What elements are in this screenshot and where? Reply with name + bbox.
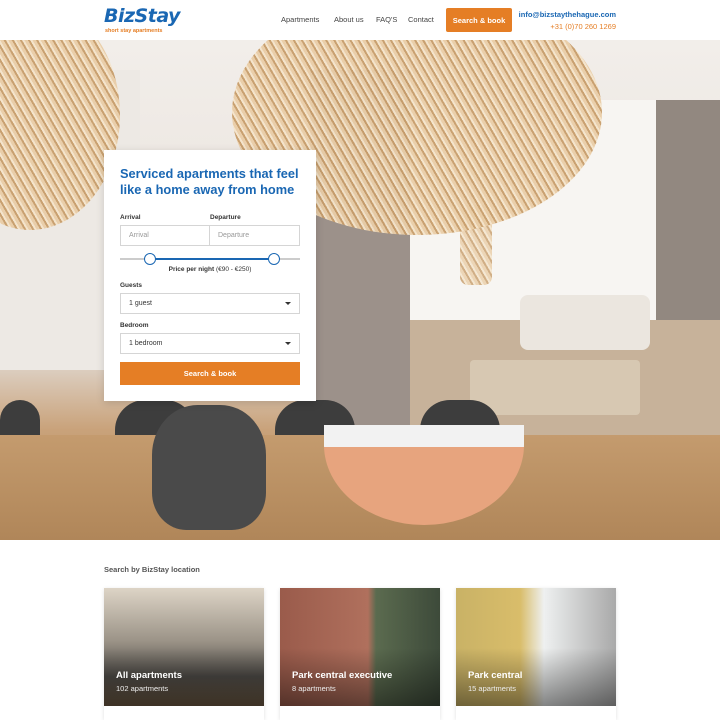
nav-apartments[interactable]: Apartments — [281, 15, 319, 24]
hero-sofa — [520, 295, 650, 350]
arrival-label: Arrival — [120, 214, 141, 221]
location-name: Park central executive — [292, 670, 393, 681]
arrival-input[interactable]: Arrival — [120, 225, 210, 246]
price-range-fill — [150, 258, 274, 260]
bedroom-value: 1 bedroom — [129, 340, 163, 347]
price-label: Price per night — [168, 266, 215, 273]
locations-section-title: Search by BizStay location — [104, 565, 200, 574]
location-card-all-apartments[interactable]: All apartments 102 apartments — [104, 588, 264, 720]
location-name: Park central — [468, 670, 523, 681]
logo-wordmark: BizStay — [104, 5, 180, 27]
hero-vase — [152, 405, 266, 530]
guests-label: Guests — [120, 282, 143, 289]
caret-down-icon — [285, 302, 291, 305]
contact-phone-link[interactable]: +31 (0)70 260 1269 — [550, 22, 616, 31]
hero-rug — [470, 360, 640, 415]
price-min-handle[interactable] — [144, 253, 156, 265]
header-search-book-button[interactable]: Search & book — [446, 8, 512, 32]
hero-chair — [0, 400, 40, 440]
guests-value: 1 guest — [129, 300, 152, 307]
nav-about-us[interactable]: About us — [334, 15, 364, 24]
search-book-button[interactable]: Search & book — [120, 362, 300, 385]
search-card: Serviced apartments that feel like a hom… — [104, 150, 316, 401]
location-name: All apartments — [116, 670, 182, 681]
contact-email-link[interactable]: info@bizstaythehague.com — [519, 10, 616, 19]
location-card-park-central[interactable]: Park central 15 apartments — [456, 588, 616, 720]
location-count: 102 apartments — [116, 684, 169, 693]
search-card-title: Serviced apartments that feel like a hom… — [120, 166, 299, 197]
price-range-value: (€90 - €250) — [215, 266, 252, 273]
bedroom-label: Bedroom — [120, 322, 149, 329]
price-max-handle[interactable] — [268, 253, 280, 265]
location-count: 8 apartments — [292, 684, 336, 693]
nav-faqs[interactable]: FAQ'S — [376, 15, 397, 24]
location-count: 15 apartments — [468, 684, 516, 693]
guests-select[interactable]: 1 guest — [120, 293, 300, 314]
departure-label: Departure — [210, 214, 241, 221]
caret-down-icon — [285, 342, 291, 345]
price-per-night: Price per night (€90 - €250) — [120, 266, 300, 273]
site-header: BizStay short stay apartments Apartments… — [0, 0, 720, 40]
nav-contact[interactable]: Contact — [408, 15, 434, 24]
location-card-park-central-executive[interactable]: Park central executive 8 apartments — [280, 588, 440, 720]
bizstay-logo[interactable]: BizStay short stay apartments — [104, 5, 180, 37]
logo-tagline: short stay apartments — [105, 28, 163, 34]
departure-input[interactable]: Departure — [209, 225, 300, 246]
bedroom-select[interactable]: 1 bedroom — [120, 333, 300, 354]
